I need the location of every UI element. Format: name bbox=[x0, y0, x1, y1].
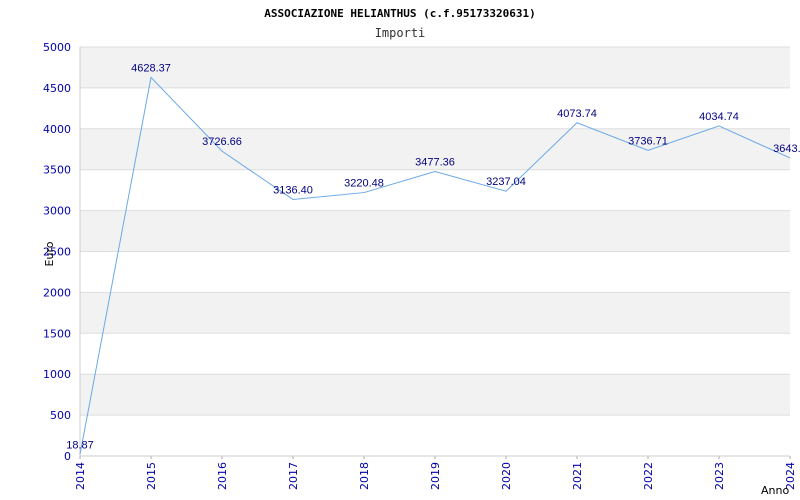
x-tick-label: 2015 bbox=[145, 462, 158, 490]
plot-background bbox=[79, 46, 791, 459]
x-tick-label: 2020 bbox=[500, 462, 513, 490]
data-label: 3477.36 bbox=[415, 157, 455, 169]
grid-band bbox=[80, 292, 790, 334]
grid-band bbox=[80, 333, 790, 375]
data-label: 3220.48 bbox=[344, 178, 384, 190]
data-label: 3736.71 bbox=[628, 135, 668, 147]
grid-band bbox=[80, 251, 790, 293]
x-axis-ticks: 2014 2015 2016 2017 2018 2019 2020 2021 2022 2023… bbox=[74, 462, 797, 490]
x-tick-label: 2021 bbox=[571, 462, 584, 490]
y-tick-label: 4000 bbox=[43, 123, 71, 136]
x-axis-label: Anno bbox=[761, 484, 789, 497]
x-tick-label: 2022 bbox=[642, 462, 655, 490]
y-tick-label: 500 bbox=[50, 409, 71, 422]
x-tick-label: 2019 bbox=[429, 462, 442, 490]
y-tick-label: 2000 bbox=[43, 286, 71, 299]
grid-band bbox=[80, 415, 790, 456]
grid-band bbox=[80, 374, 790, 416]
data-label: 3237.04 bbox=[486, 176, 526, 188]
x-tick-label: 2014 bbox=[74, 462, 87, 490]
data-label: 18.87 bbox=[66, 439, 94, 451]
x-tick-label: 2016 bbox=[216, 462, 229, 490]
line-chart: ASSOCIAZIONE HELIANTHUS (c.f.95173320631… bbox=[43, 7, 800, 497]
x-tick-label: 2018 bbox=[358, 462, 371, 490]
y-tick-label: 1000 bbox=[43, 368, 71, 381]
y-tick-label: 5000 bbox=[43, 41, 71, 54]
chart-title: ASSOCIAZIONE HELIANTHUS (c.f.95173320631… bbox=[264, 7, 536, 20]
y-axis-label: Euro bbox=[43, 241, 56, 266]
data-label: 4628.37 bbox=[131, 62, 171, 74]
grid-band bbox=[80, 47, 790, 88]
y-tick-label: 1500 bbox=[43, 327, 71, 340]
x-tick-label: 2017 bbox=[287, 462, 300, 490]
data-label: 4073.74 bbox=[557, 108, 597, 120]
chart-subtitle: Importi bbox=[375, 26, 426, 40]
y-tick-label: 4500 bbox=[43, 82, 71, 95]
grid-band bbox=[80, 169, 790, 211]
data-label: 3136.40 bbox=[273, 184, 313, 196]
y-tick-label: 0 bbox=[64, 450, 71, 463]
x-tick-label: 2023 bbox=[713, 462, 726, 490]
data-label: 4034.74 bbox=[699, 111, 739, 123]
grid-band bbox=[80, 87, 790, 129]
y-tick-label: 3000 bbox=[43, 205, 71, 218]
data-label: 3726.66 bbox=[202, 136, 242, 148]
grid-band bbox=[80, 210, 790, 252]
data-label: 3643.7 bbox=[773, 143, 800, 155]
y-tick-label: 3500 bbox=[43, 164, 71, 177]
